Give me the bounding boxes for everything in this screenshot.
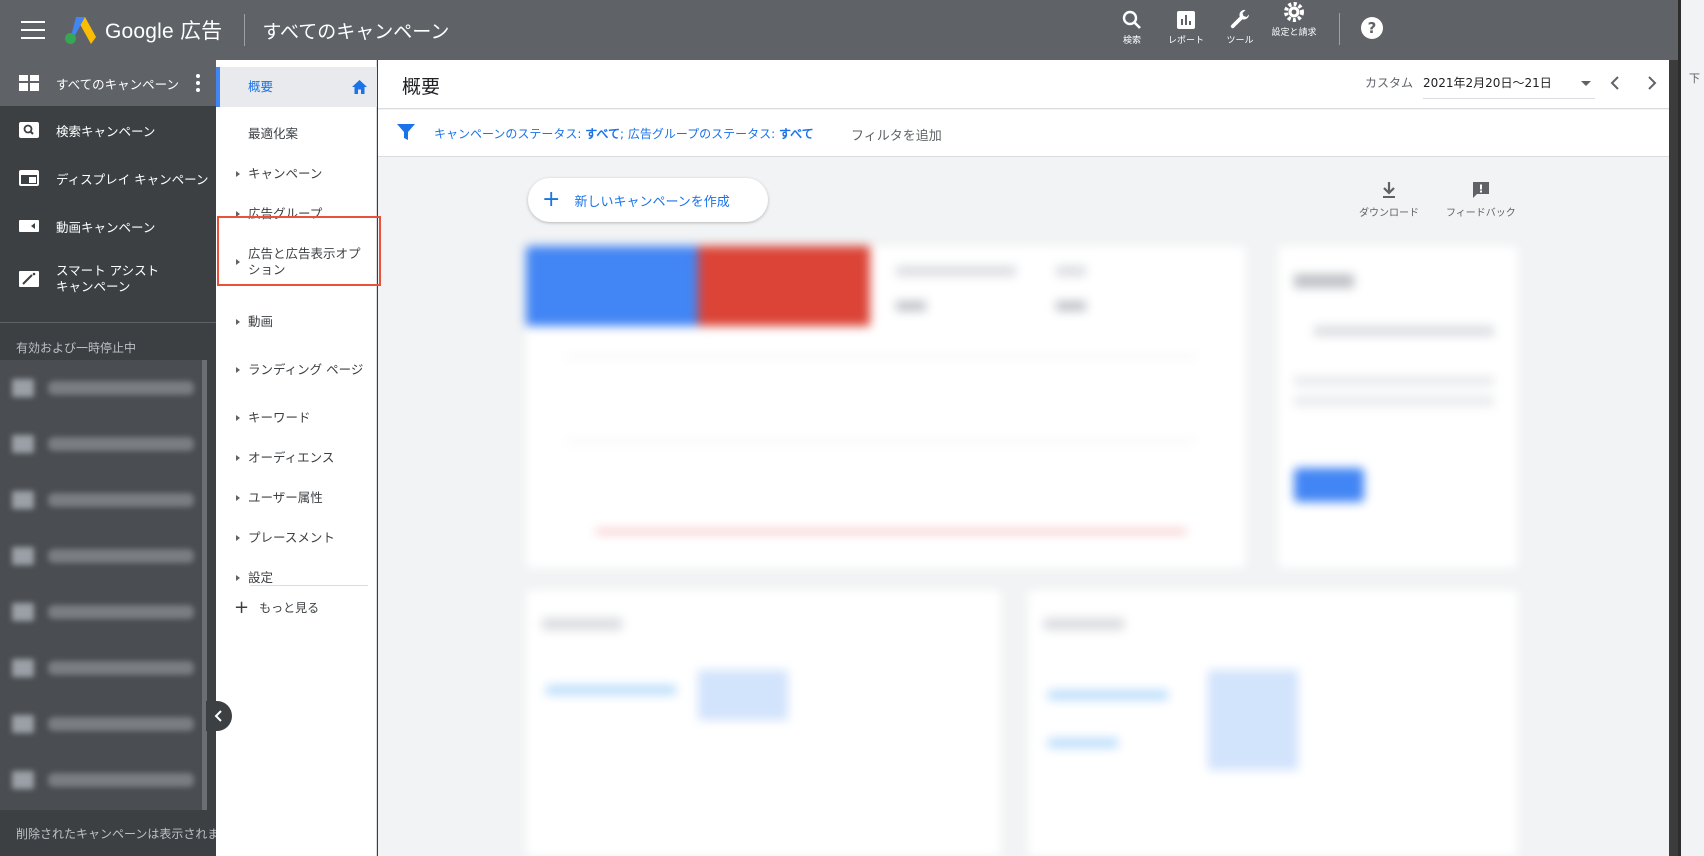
- nav-item-label: 概要: [248, 79, 274, 94]
- expand-arrow-icon: [236, 415, 240, 421]
- list-item[interactable]: [0, 752, 206, 808]
- nav-item-label: ユーザー属性: [248, 490, 323, 505]
- top-action-search[interactable]: 検索: [1105, 0, 1159, 48]
- expand-arrow-icon: [236, 575, 240, 581]
- page-heading: すべてのキャンペーン: [262, 21, 450, 43]
- list-item[interactable]: [0, 360, 206, 416]
- nav-more-button[interactable]: + もっと見る: [234, 596, 320, 618]
- adgroups-table-card: [1028, 590, 1518, 856]
- expand-arrow-icon: [236, 495, 240, 501]
- wrench-icon: [1230, 9, 1249, 29]
- page-navigation: 概要 最適化案 キャンペーン 広告グループ 広告と広告表示オプション 動画 ラン…: [216, 60, 377, 856]
- sidebar-item-label: スマート アシスト キャンペーン: [56, 263, 160, 294]
- sidebar-item-video-campaigns[interactable]: 動画キャンペーン: [0, 202, 216, 250]
- nav-item-label: 広告グループ: [248, 206, 323, 221]
- home-icon: [352, 80, 367, 94]
- brand-name: Google 広告: [105, 20, 223, 43]
- top-action-label: ツール: [1226, 36, 1254, 46]
- top-action-label: 設定と請求: [1271, 28, 1317, 38]
- top-action-reports[interactable]: レポート: [1159, 0, 1213, 48]
- report-icon: [1177, 11, 1195, 29]
- nav-item-label: 広告と広告表示オプション: [248, 246, 361, 277]
- expand-arrow-icon: [236, 259, 240, 265]
- nav-item-label: オーディエンス: [248, 450, 335, 465]
- recommendation-card: [1278, 246, 1518, 568]
- video-icon: [18, 217, 40, 235]
- nav-item-landing-pages[interactable]: ランディング ページ: [216, 342, 377, 398]
- top-action-label: 検索: [1122, 36, 1141, 46]
- dashboard-icon: [18, 74, 40, 92]
- header-divider: [244, 14, 246, 46]
- sidebar-item-label: すべてのキャンペーン: [56, 76, 180, 92]
- list-item[interactable]: [0, 696, 206, 752]
- list-item[interactable]: [0, 416, 206, 472]
- sidebar-item-label: 検索キャンペーン: [56, 123, 156, 139]
- expand-arrow-icon: [236, 319, 240, 325]
- chevron-left-icon: [214, 710, 222, 722]
- top-action-label: レポート: [1167, 36, 1204, 46]
- nav-item-label: キャンペーン: [248, 166, 323, 181]
- top-action-settings[interactable]: 設定と請求: [1267, 0, 1321, 40]
- menu-icon[interactable]: [21, 21, 45, 39]
- list-item[interactable]: [0, 584, 206, 640]
- sidebar-item-label: ディスプレイ キャンペーン: [56, 171, 209, 187]
- sidebar-section-label: 有効および一時停止中: [16, 341, 137, 355]
- top-action-tools[interactable]: ツール: [1213, 0, 1267, 48]
- gear-icon: [1284, 2, 1304, 22]
- campaigns-table-card: [526, 590, 1001, 856]
- expand-arrow-icon: [236, 367, 240, 373]
- expand-arrow-icon: [236, 455, 240, 461]
- header-divider: [1339, 13, 1340, 45]
- google-ads-logo: [65, 17, 96, 44]
- nav-item-label: 最適化案: [248, 126, 299, 141]
- sidebar-item-label: 動画キャンペーン: [56, 219, 156, 235]
- sidebar-footer-note: 削除されたキャンペーンは表示されま: [16, 827, 220, 841]
- nav-item-recommendations[interactable]: 最適化案: [216, 114, 377, 154]
- sidebar-scrollbar[interactable]: [202, 360, 207, 810]
- nav-item-demographics[interactable]: ユーザー属性: [216, 478, 377, 518]
- nav-item-campaigns[interactable]: キャンペーン: [216, 154, 377, 194]
- list-item[interactable]: [0, 640, 206, 696]
- help-icon[interactable]: ?: [1361, 17, 1383, 39]
- nav-item-settings[interactable]: 設定: [216, 558, 377, 598]
- main-content: 概要 カスタム 2021年2月20日～21日 キャンペーンのステータス: すべて…: [378, 60, 1669, 856]
- top-actions: 検索 レポート ツール 設定と請求: [1105, 0, 1321, 60]
- nav-item-overview[interactable]: 概要: [216, 67, 377, 107]
- nav-item-videos[interactable]: 動画: [216, 302, 377, 342]
- nav-item-label: キーワード: [248, 410, 311, 425]
- more-vert-icon[interactable]: [196, 74, 200, 92]
- nav-item-ad-groups[interactable]: 広告グループ: [216, 194, 377, 234]
- smart-assist-icon: [18, 270, 40, 288]
- nav-item-keywords[interactable]: キーワード: [216, 398, 377, 438]
- expand-arrow-icon: [236, 211, 240, 217]
- blurred-dashboard: [378, 60, 1669, 856]
- nav-item-label: プレースメント: [248, 530, 335, 545]
- performance-card: [526, 246, 1246, 568]
- campaign-list-blurred: [0, 360, 206, 810]
- nav-more-label: もっと見る: [259, 601, 320, 615]
- sidebar-item-search-campaigns[interactable]: 検索キャンペーン: [0, 106, 216, 154]
- display-icon: [18, 169, 40, 187]
- expand-arrow-icon: [236, 535, 240, 541]
- plus-icon: +: [234, 596, 250, 618]
- sidebar-item-display-campaigns[interactable]: ディスプレイ キャンペーン: [0, 154, 216, 202]
- nav-item-ads-extensions[interactable]: 広告と広告表示オプション: [216, 234, 377, 290]
- list-item[interactable]: [0, 472, 206, 528]
- top-bar: Google 広告 すべてのキャンペーン 検索 レポート ツール 設定と請求 ?: [0, 0, 1678, 60]
- nav-item-label: 動画: [248, 314, 274, 329]
- adjacent-window-edge: 下: [1678, 0, 1704, 856]
- nav-item-label: 設定: [248, 570, 274, 585]
- campaign-sidebar: すべてのキャンペーン 検索キャンペーン ディスプレイ キャンペーン 動画キャンペ…: [0, 60, 220, 856]
- list-item[interactable]: [0, 528, 206, 584]
- search-icon: [1122, 10, 1141, 29]
- sidebar-item-all-campaigns[interactable]: すべてのキャンペーン: [0, 60, 216, 106]
- sidebar-item-smart-campaigns[interactable]: スマート アシスト キャンペーン: [0, 250, 216, 308]
- nav-item-audiences[interactable]: オーディエンス: [216, 438, 377, 478]
- nav-divider: [250, 585, 368, 586]
- adjacent-window-text: 下: [1689, 72, 1700, 85]
- nav-item-placements[interactable]: プレースメント: [216, 518, 377, 558]
- nav-item-label: ランディング ページ: [248, 362, 364, 377]
- expand-arrow-icon: [236, 171, 240, 177]
- search-campaign-icon: [18, 121, 40, 139]
